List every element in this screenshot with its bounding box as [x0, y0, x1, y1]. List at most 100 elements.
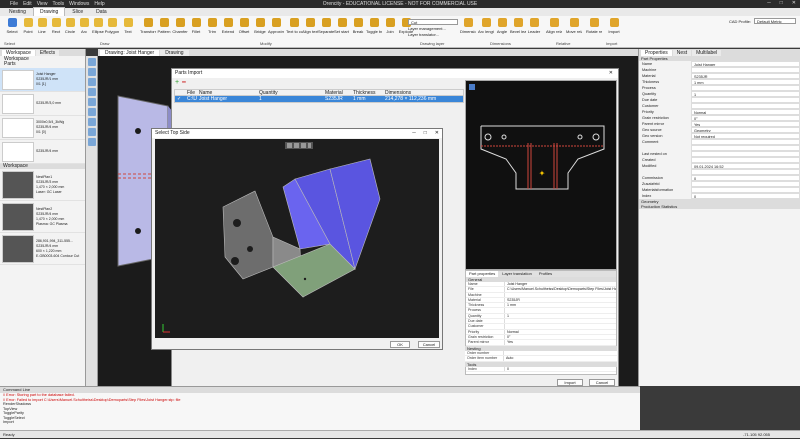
fit-icon[interactable]: [87, 78, 96, 86]
menu-item[interactable]: Help: [94, 1, 104, 7]
ribbon-button[interactable]: Toggle break: [366, 18, 382, 34]
ribbon-button[interactable]: Polygon: [104, 18, 120, 34]
ribbon-button[interactable]: Bevel leader: [510, 18, 526, 34]
property-value[interactable]: Joist Hanger: [504, 282, 616, 287]
import-button[interactable]: Import: [557, 379, 583, 386]
tools-section[interactable]: Tools: [465, 361, 617, 367]
ribbon-button[interactable]: Join: [382, 18, 398, 34]
ribbon-button[interactable]: Text: [120, 18, 136, 34]
property-value[interactable]: Yes: [504, 340, 616, 345]
ribbon-button[interactable]: Select: [4, 18, 20, 34]
ribbon-button[interactable]: Text to contours: [286, 18, 302, 34]
close-icon[interactable]: ✕: [435, 129, 439, 138]
ribbon-button[interactable]: Align relative CS: [546, 18, 562, 34]
zoom-icon[interactable]: [87, 58, 96, 66]
property-value[interactable]: C:\Users\Manuel.Schultheiss\Desktop\Demo…: [504, 287, 616, 292]
view-iso-icon[interactable]: [308, 143, 311, 148]
close-icon[interactable]: ✕: [609, 69, 613, 78]
layer-select[interactable]: Cut: [408, 19, 458, 25]
ribbon-button[interactable]: Leader: [526, 18, 542, 34]
list-item[interactable]: 286,901,994_311-555... S235JR/4 mm 600 × 1…: [0, 233, 85, 265]
view-front-icon[interactable]: [287, 143, 292, 148]
list-item[interactable]: NestPlan2 S235JR/4 mm 1,470 × 2,000 mm Plas…: [0, 201, 85, 233]
ribbon-button[interactable]: Transform: [140, 18, 156, 34]
ribbon-button[interactable]: Angle: [494, 18, 510, 34]
ribbon-button[interactable]: Align text to circle: [302, 18, 318, 34]
panel-tab[interactable]: Effects: [35, 49, 60, 56]
grid-icon[interactable]: [87, 108, 96, 116]
properties-tab[interactable]: Nest: [672, 50, 692, 56]
cad-profile-select[interactable]: Default Metric: [754, 18, 796, 24]
list-item[interactable]: NestPlan1 S235JR/3 mm 1,470 × 2,000 mm Lase…: [0, 169, 85, 201]
maximize-icon[interactable]: □: [780, 0, 783, 6]
menu-item[interactable]: File: [10, 1, 18, 7]
maximize-icon[interactable]: □: [424, 129, 427, 138]
ribbon-button[interactable]: Extend: [220, 18, 236, 34]
property-value[interactable]: 0: [504, 366, 616, 372]
view-side-icon[interactable]: [301, 143, 306, 148]
add-icon[interactable]: +: [175, 79, 179, 86]
table-row[interactable]: ✓C:\Users\Manuel.Schultheiss\Desktop\Dem…: [175, 96, 463, 102]
render-icon[interactable]: [87, 128, 96, 136]
part-preview[interactable]: ✦: [465, 80, 617, 270]
remove-icon[interactable]: ━: [182, 80, 186, 86]
ribbon-button[interactable]: Bridge: [252, 18, 268, 34]
list-item[interactable]: S235JR/4 mm: [0, 140, 85, 164]
measure-icon[interactable]: [87, 88, 96, 96]
ribbon-button[interactable]: Offset: [236, 18, 252, 34]
ribbon-tab[interactable]: Data: [90, 8, 113, 16]
properties-tab[interactable]: Layer translation: [499, 271, 535, 277]
ribbon-button[interactable]: Arc length: [478, 18, 494, 34]
3d-view[interactable]: [155, 139, 439, 338]
ribbon-button[interactable]: Set start point: [334, 18, 350, 34]
ribbon-button[interactable]: Dimension: [460, 18, 476, 34]
property-value[interactable]: Normal: [504, 329, 616, 334]
panel-tab[interactable]: Workspace: [2, 49, 35, 56]
menu-item[interactable]: Edit: [23, 1, 32, 7]
cancel-button[interactable]: Cancel: [418, 341, 440, 348]
view-top-icon[interactable]: [294, 143, 299, 148]
property-value[interactable]: Auto: [503, 356, 617, 361]
property-value[interactable]: 1 mm: [504, 303, 616, 308]
ribbon-button[interactable]: Move relative CS: [566, 18, 582, 34]
properties-section[interactable]: Production Statistics: [639, 204, 800, 209]
layer-translator-button[interactable]: Layer translator...: [408, 32, 458, 37]
ribbon-button[interactable]: Fillet: [188, 18, 204, 34]
snap-icon[interactable]: [87, 98, 96, 106]
ribbon-button[interactable]: Separate parts: [318, 18, 334, 34]
property-value[interactable]: 0: [691, 193, 800, 199]
ok-button[interactable]: OK: [390, 341, 410, 348]
ribbon-button[interactable]: Pattern: [156, 18, 172, 34]
ribbon-button[interactable]: Approximate: [268, 18, 284, 34]
ribbon-button[interactable]: Import: [606, 18, 622, 34]
properties-tab[interactable]: Profiles: [536, 271, 555, 277]
property-value[interactable]: [503, 351, 617, 356]
row-check[interactable]: ✓: [175, 96, 185, 102]
ribbon-tab[interactable]: Slice: [66, 8, 89, 16]
ribbon-button[interactable]: Rotate relative CS: [586, 18, 602, 34]
property-value[interactable]: [504, 292, 616, 297]
property-value[interactable]: [504, 308, 616, 313]
list-item[interactable]: 3000x0,5/4_3kWg S235JR/4 mm 0/1 [0]: [0, 116, 85, 140]
ribbon-button[interactable]: Trim: [204, 18, 220, 34]
layer-management-button[interactable]: Layer management...: [408, 26, 458, 31]
ribbon-button[interactable]: Break: [350, 18, 366, 34]
ribbon-button[interactable]: Chamfer: [172, 18, 188, 34]
view-cube-icon[interactable]: [469, 84, 475, 90]
list-item[interactable]: Joist Hanger S235JR/1 mm 0/1 [1]: [0, 68, 85, 92]
property-value[interactable]: [504, 324, 616, 329]
menu-item[interactable]: Windows: [69, 1, 89, 7]
close-icon[interactable]: ✕: [792, 0, 796, 6]
minimize-icon[interactable]: ─: [412, 129, 416, 138]
layer-icon[interactable]: [87, 118, 96, 126]
ribbon-tab[interactable]: Drawing: [32, 7, 66, 16]
list-item[interactable]: S235JR/3,0 mm: [0, 92, 85, 116]
property-value[interactable]: S235JR: [504, 297, 616, 303]
property-value[interactable]: 0°: [504, 334, 616, 340]
property-value[interactable]: 1: [504, 313, 616, 319]
ribbon-tab[interactable]: Nesting: [3, 8, 32, 16]
tree-item[interactable]: Parts: [1, 62, 84, 67]
property-value[interactable]: [504, 319, 616, 324]
view3d-icon[interactable]: [87, 138, 96, 146]
properties-tab[interactable]: Multilabel: [692, 50, 722, 56]
